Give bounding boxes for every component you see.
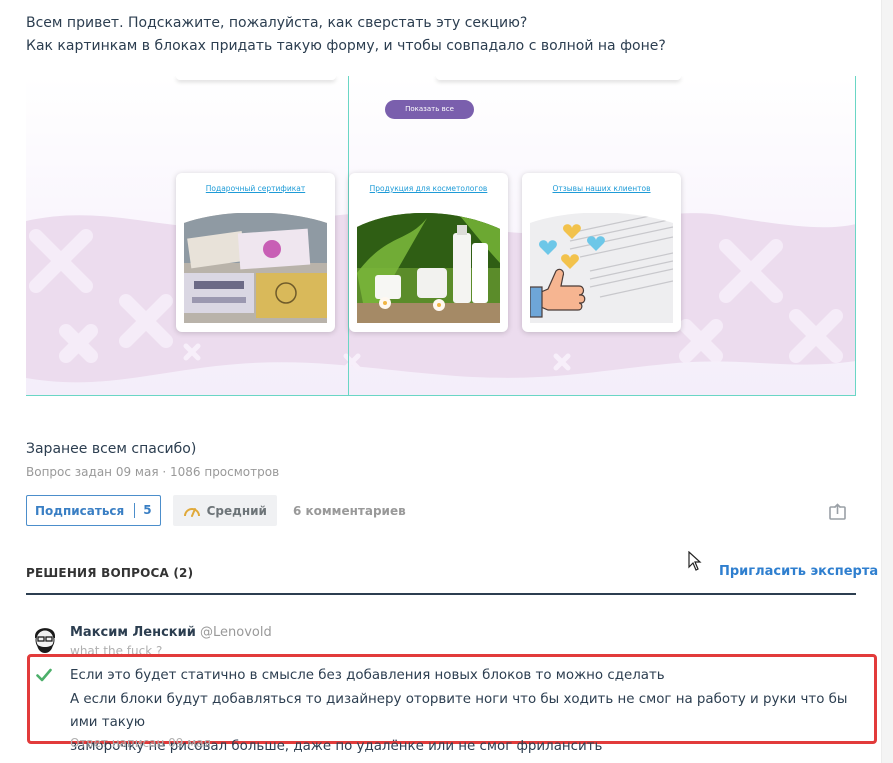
question-meta: Вопрос задан 09 мая · 1086 просмотров [26, 465, 280, 479]
card-cosmetics[interactable]: Продукция для косметологов [349, 173, 508, 332]
solutions-divider [26, 593, 856, 595]
subscribe-label: Подписаться [35, 503, 125, 518]
card-title[interactable]: Продукция для косметологов [349, 184, 508, 193]
question-thanks: Заранее всем спасибо) [26, 441, 197, 457]
card-edge-left [176, 76, 336, 80]
share-icon[interactable] [829, 503, 846, 520]
answer-line-2: А если блоки будут добавляться то дизайн… [70, 691, 848, 731]
answer-line-1: Если это будет статично в смысле без доб… [70, 668, 665, 683]
question-line-1: Всем привет. Подскажите, пожалуйста, как… [26, 15, 528, 31]
subscribe-count: 5 [134, 503, 152, 518]
gift-certificate-image [184, 213, 327, 323]
author-nickname[interactable]: @Lenovold [200, 625, 272, 640]
answer-author[interactable]: Максим Ленский @Lenovold [70, 625, 272, 640]
answer-date: Ответ написан 09 мая [70, 736, 211, 750]
invite-expert-link[interactable]: Пригласить эксперта [719, 564, 878, 579]
complexity-badge[interactable]: Средний [172, 495, 277, 526]
page-scrollbar[interactable] [881, 0, 893, 763]
card-title[interactable]: Отзывы наших клиентов [522, 184, 681, 193]
show-all-button[interactable]: Показать все [385, 100, 474, 119]
reviews-image [530, 213, 673, 323]
author-name[interactable]: Максим Ленский [70, 625, 196, 640]
complexity-label: Средний [206, 503, 267, 518]
question-screenshot[interactable]: Показать все Подарочный сертификат Проду… [26, 76, 856, 396]
solutions-heading: РЕШЕНИЯ ВОПРОСА (2) [26, 566, 194, 580]
comments-link[interactable]: 6 комментариев [289, 504, 406, 518]
gauge-icon [183, 507, 200, 517]
card-gift-certificate[interactable]: Подарочный сертификат [176, 173, 335, 332]
card-edge-right [436, 76, 681, 80]
accepted-check-icon [36, 668, 52, 682]
mouse-cursor-icon [688, 551, 702, 571]
question-line-2: Как картинкам в блоках придать такую фор… [26, 38, 666, 54]
card-reviews[interactable]: Отзывы наших клиентов [522, 173, 681, 332]
subscribe-button[interactable]: Подписаться 5 [26, 495, 161, 526]
cosmetics-image [357, 213, 500, 323]
question-body: Всем привет. Подскажите, пожалуйста, как… [26, 12, 666, 58]
card-title[interactable]: Подарочный сертификат [176, 184, 335, 193]
question-actions: Подписаться 5 Средний 6 комментариев [26, 495, 406, 526]
